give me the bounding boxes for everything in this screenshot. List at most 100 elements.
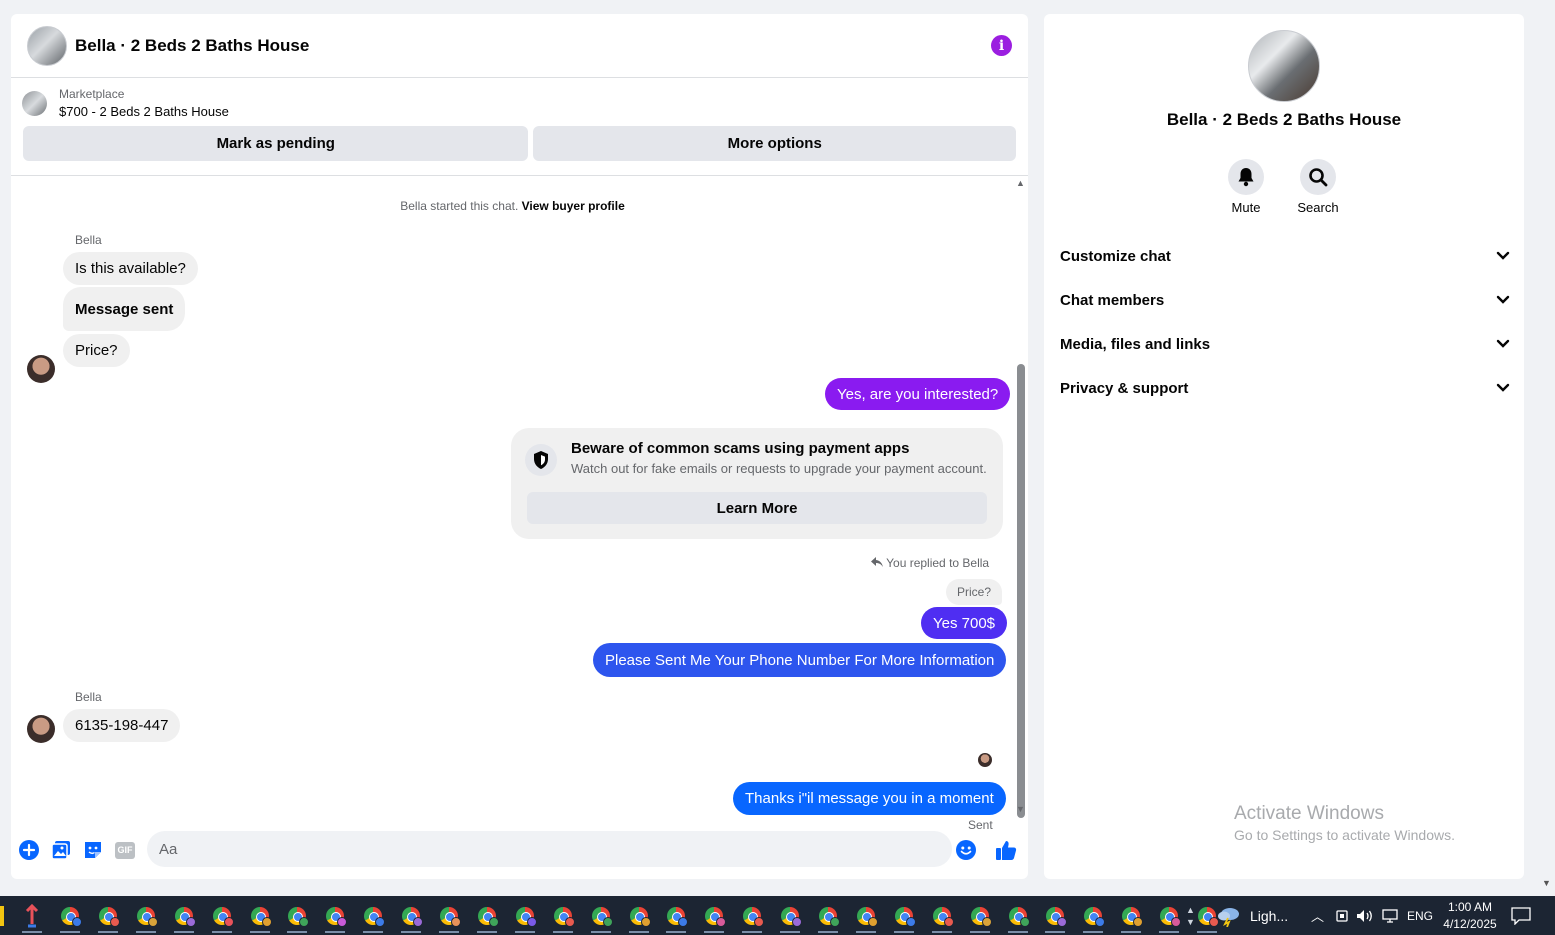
- chrome-profile-icon[interactable]: [283, 902, 311, 933]
- bell-icon: [1228, 159, 1264, 195]
- message-scrollbar[interactable]: ▲ ▼: [1014, 178, 1028, 826]
- reply-indicator: You replied to Bella: [871, 556, 989, 570]
- mute-label: Mute: [1231, 200, 1261, 215]
- weather-icon: [1218, 907, 1239, 927]
- chat-details-panel: Bella · 2 Beds 2 Baths House Mute Search…: [1044, 14, 1524, 879]
- chrome-profile-icon[interactable]: [170, 902, 198, 933]
- device-icon[interactable]: [1335, 896, 1349, 935]
- mark-as-pending-button[interactable]: Mark as pending: [23, 126, 529, 161]
- section-privacy-support[interactable]: Privacy & support: [1060, 373, 1510, 403]
- mute-button[interactable]: Mute: [1206, 159, 1286, 215]
- chrome-profile-icon[interactable]: [1041, 902, 1069, 933]
- section-customize-chat[interactable]: Customize chat: [1060, 241, 1510, 271]
- chrome-profile-icon[interactable]: [852, 902, 880, 933]
- scam-title: Beware of common scams using payment app…: [571, 440, 910, 457]
- message-bubble-sent[interactable]: Thanks i"il message you in a moment: [733, 782, 1006, 815]
- bella-avatar[interactable]: [27, 355, 55, 383]
- chrome-profile-icon[interactable]: [700, 902, 728, 933]
- show-hidden-icons-chevron-icon[interactable]: ︿: [1311, 896, 1324, 935]
- chrome-profile-icon[interactable]: [397, 902, 425, 933]
- chat-header: Bella · 2 Beds 2 Baths House i: [11, 14, 1028, 78]
- taskbar-scroll-icon[interactable]: ▲ ▼: [1186, 896, 1195, 935]
- date-text: 4/12/2025: [1443, 916, 1497, 931]
- chrome-profile-icon[interactable]: [94, 902, 122, 933]
- pinned-app-icon[interactable]: [18, 902, 46, 933]
- gif-icon[interactable]: GIF: [114, 839, 136, 861]
- chrome-profile-icon[interactable]: [359, 902, 387, 933]
- scrollbar-thumb[interactable]: [1017, 364, 1025, 818]
- clock[interactable]: 1:00 AM 4/12/2025: [1441, 896, 1499, 935]
- chrome-profile-icon[interactable]: [814, 902, 842, 933]
- details-title: Bella · 2 Beds 2 Baths House: [1166, 110, 1402, 129]
- message-bubble[interactable]: 6135-198-447: [63, 709, 181, 742]
- gif-label: GIF: [115, 841, 135, 859]
- bella-avatar[interactable]: [27, 715, 55, 743]
- chrome-profile-icon[interactable]: [435, 902, 463, 933]
- marketplace-label: Marketplace: [59, 87, 125, 101]
- section-chat-members[interactable]: Chat members: [1060, 285, 1510, 315]
- chrome-profile-icon[interactable]: [662, 902, 690, 933]
- sticker-icon[interactable]: [82, 839, 104, 861]
- seen-avatar: [978, 753, 992, 767]
- message-bubble[interactable]: Is this available?: [63, 252, 198, 285]
- weather-widget[interactable]: Ligh...: [1216, 896, 1288, 935]
- message-bubble[interactable]: Message sent: [63, 287, 186, 331]
- photo-icon[interactable]: [50, 839, 72, 861]
- chat-title[interactable]: Bella · 2 Beds 2 Baths House: [75, 36, 309, 56]
- chrome-profile-icon[interactable]: [321, 902, 349, 933]
- chrome-profile-icon[interactable]: [473, 902, 501, 933]
- chrome-profile-icon[interactable]: [549, 902, 577, 933]
- chrome-profile-icon[interactable]: [511, 902, 539, 933]
- chrome-profile-icon[interactable]: [208, 902, 236, 933]
- scroll-down-icon[interactable]: ▼: [1016, 804, 1025, 814]
- chrome-profile-icon[interactable]: [738, 902, 766, 933]
- sender-name: Bella: [75, 690, 102, 704]
- reply-text: You replied to Bella: [886, 556, 990, 570]
- message-list: Bella started this chat. View buyer prof…: [11, 176, 1014, 832]
- chrome-profile-icon[interactable]: [625, 902, 653, 933]
- search-button[interactable]: Search: [1278, 159, 1358, 215]
- network-icon[interactable]: [1381, 896, 1399, 935]
- chevron-down-icon: [1496, 383, 1510, 392]
- chrome-profile-icon[interactable]: [1117, 902, 1145, 933]
- notifications-icon[interactable]: [1511, 896, 1531, 935]
- message-bubble[interactable]: Price?: [63, 334, 130, 367]
- volume-icon[interactable]: [1356, 896, 1374, 935]
- message-bubble-sent[interactable]: Yes, are you interested?: [825, 378, 1011, 410]
- scroll-up-icon[interactable]: ▲: [1016, 178, 1025, 188]
- quoted-message[interactable]: Price?: [946, 579, 1003, 605]
- page-scroll-down-icon[interactable]: ▼: [1542, 878, 1551, 888]
- marketplace-listing[interactable]: Marketplace $700 - 2 Beds 2 Baths House: [11, 78, 1028, 126]
- chrome-profile-icon[interactable]: [1155, 902, 1183, 933]
- language-indicator[interactable]: ENG: [1407, 896, 1433, 935]
- time-text: 1:00 AM: [1447, 899, 1493, 914]
- chrome-profile-icon[interactable]: [587, 902, 615, 933]
- chrome-profile-icon[interactable]: [132, 902, 160, 933]
- section-label: Privacy & support: [1060, 379, 1189, 397]
- sender-name: Bella: [75, 233, 102, 247]
- plus-icon[interactable]: [18, 839, 40, 861]
- chrome-profile-icon[interactable]: [56, 902, 84, 933]
- section-label: Customize chat: [1060, 247, 1171, 265]
- info-icon[interactable]: i: [991, 35, 1012, 56]
- message-bubble-sent[interactable]: Yes 700$: [921, 607, 1008, 639]
- scam-warning-card: Beware of common scams using payment app…: [511, 428, 1003, 539]
- listing-profile-photo[interactable]: [1248, 30, 1320, 102]
- chrome-profile-icon[interactable]: [246, 902, 274, 933]
- chrome-profile-icon[interactable]: [890, 902, 918, 933]
- chrome-profile-icon[interactable]: [1004, 902, 1032, 933]
- emoji-icon[interactable]: [955, 839, 977, 861]
- message-input[interactable]: [147, 831, 952, 867]
- message-bubble-sent[interactable]: Please Sent Me Your Phone Number For Mor…: [593, 643, 1007, 677]
- chrome-profile-icon[interactable]: [966, 902, 994, 933]
- chrome-profile-icon[interactable]: [776, 902, 804, 933]
- listing-title: $700 - 2 Beds 2 Baths House: [59, 104, 229, 119]
- listing-avatar[interactable]: [27, 25, 67, 66]
- like-icon[interactable]: [995, 839, 1017, 861]
- section-media-files-links[interactable]: Media, files and links: [1060, 329, 1510, 359]
- learn-more-button[interactable]: Learn More: [527, 492, 987, 524]
- more-options-button[interactable]: More options: [533, 126, 1016, 161]
- view-buyer-profile-link[interactable]: View buyer profile: [522, 199, 625, 213]
- chrome-profile-icon[interactable]: [928, 902, 956, 933]
- chrome-profile-icon[interactable]: [1079, 902, 1107, 933]
